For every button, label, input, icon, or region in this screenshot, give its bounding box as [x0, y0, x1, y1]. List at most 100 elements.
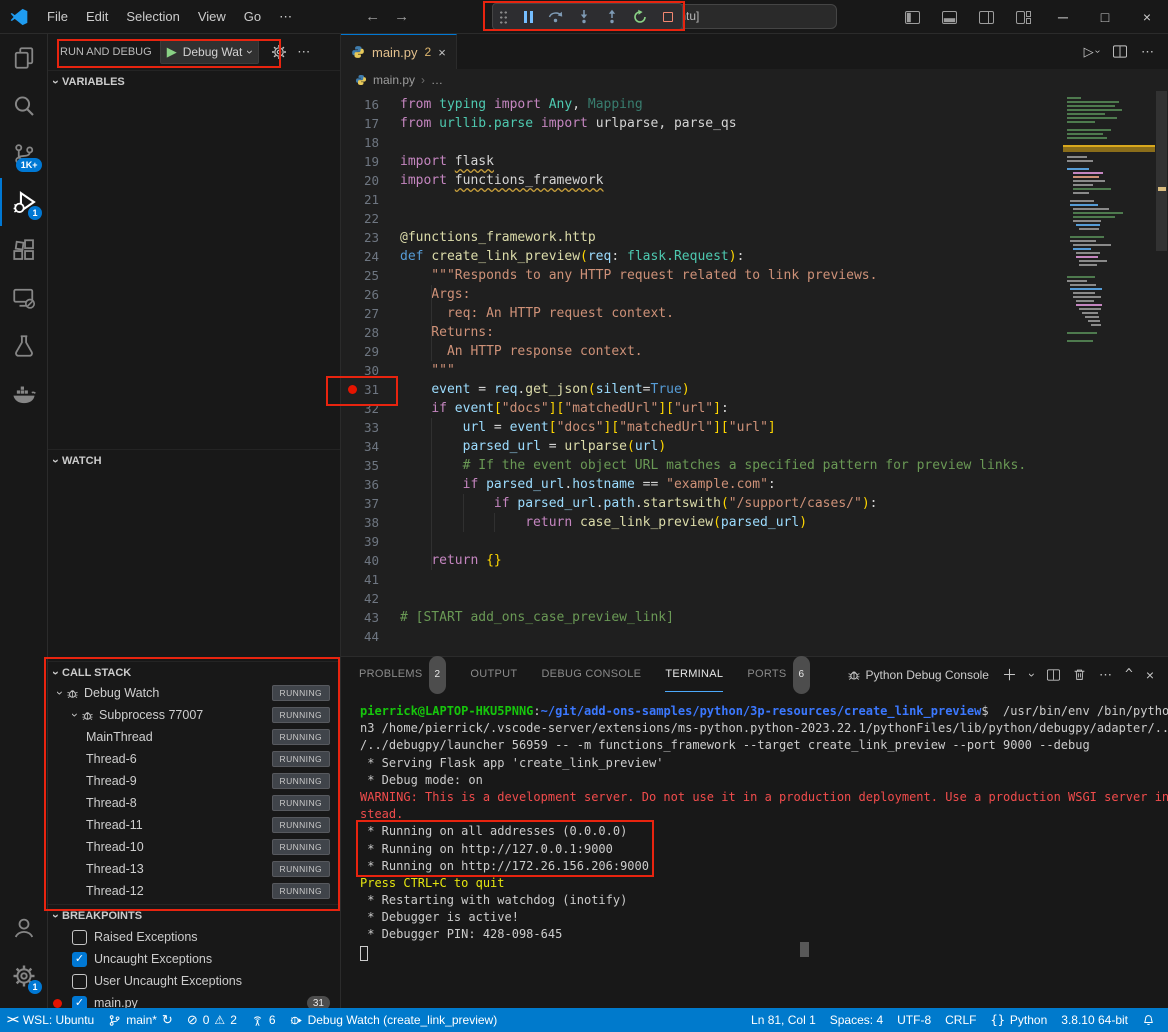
- run-and-debug-icon[interactable]: 1: [0, 178, 47, 226]
- run-python-file-icon[interactable]: ▷›: [1084, 44, 1099, 60]
- code-line[interactable]: 35 # If the event object URL matches a s…: [341, 456, 1168, 475]
- toggle-sidebar-icon[interactable]: [905, 11, 920, 24]
- step-out-button[interactable]: [604, 9, 620, 25]
- minimize-button[interactable]: ─: [1042, 0, 1084, 34]
- line-number[interactable]: 44: [341, 627, 400, 646]
- code-line[interactable]: 33 url = event["docs"]["matchedUrl"]["ur…: [341, 418, 1168, 437]
- breakpoint-checkbox[interactable]: [72, 974, 87, 989]
- code-line[interactable]: 17from urllib.parse import urlparse, par…: [341, 114, 1168, 133]
- code-line[interactable]: 44: [341, 627, 1168, 646]
- line-number[interactable]: 23: [341, 228, 400, 247]
- code-line[interactable]: 20import functions_framework: [341, 171, 1168, 190]
- menu-item-more[interactable]: ⋯: [270, 5, 301, 29]
- launch-config-dropdown[interactable]: ▶ Debug Wat ›: [160, 40, 260, 64]
- settings-gear-icon[interactable]: 1: [0, 952, 47, 1000]
- line-number[interactable]: 17: [341, 114, 400, 133]
- code-line[interactable]: 30 """: [341, 361, 1168, 380]
- editor-more-actions-icon[interactable]: ⋯: [1141, 44, 1154, 60]
- status-language-mode[interactable]: {}Python: [983, 1008, 1054, 1032]
- line-number[interactable]: 25: [341, 266, 400, 285]
- panel-tab-problems[interactable]: PROBLEMS2: [359, 657, 446, 692]
- start-debug-icon[interactable]: ▶: [167, 44, 177, 60]
- line-number[interactable]: 30: [341, 361, 400, 380]
- stop-button[interactable]: [660, 9, 676, 25]
- line-number[interactable]: 38: [341, 513, 400, 532]
- nav-back-button[interactable]: ←: [365, 8, 380, 25]
- breakpoint-row[interactable]: User Uncaught Exceptions: [48, 970, 340, 992]
- more-actions-icon[interactable]: ⋯: [297, 44, 310, 60]
- code-line[interactable]: 25 """Responds to any HTTP request relat…: [341, 266, 1168, 285]
- line-number[interactable]: 41: [341, 570, 400, 589]
- terminal[interactable]: pierrick@LAPTOP-HKU5PNNG:~/git/add-ons-s…: [341, 692, 1168, 1009]
- call-stack-row[interactable]: ›Subprocess 77007RUNNING: [48, 704, 340, 726]
- call-stack-row[interactable]: Thread-11RUNNING: [48, 814, 340, 836]
- line-number[interactable]: 21: [341, 190, 400, 209]
- search-icon[interactable]: [0, 82, 47, 130]
- code-line[interactable]: 19import flask: [341, 152, 1168, 171]
- customize-layout-icon[interactable]: [1016, 11, 1031, 24]
- code-line[interactable]: 34 parsed_url = urlparse(url): [341, 437, 1168, 456]
- code-line[interactable]: 27 req: An HTTP request context.: [341, 304, 1168, 323]
- code-line[interactable]: 32 if event["docs"]["matchedUrl"]["url"]…: [341, 399, 1168, 418]
- status-encoding[interactable]: UTF-8: [890, 1008, 938, 1032]
- code-editor[interactable]: 16from typing import Any, Mapping17from …: [341, 91, 1168, 656]
- drag-grip-icon[interactable]: [499, 10, 508, 24]
- code-line[interactable]: 43# [START add_ons_case_preview_link]: [341, 608, 1168, 627]
- line-number[interactable]: 19: [341, 152, 400, 171]
- breadcrumb-more[interactable]: …: [431, 73, 443, 87]
- status-interpreter[interactable]: 3.8.10 64-bit: [1054, 1008, 1135, 1032]
- status-git-branch[interactable]: main*↻: [101, 1008, 180, 1032]
- code-line[interactable]: 16from typing import Any, Mapping: [341, 95, 1168, 114]
- call-stack-row[interactable]: Thread-12RUNNING: [48, 880, 340, 902]
- step-over-button[interactable]: [548, 9, 564, 25]
- debug-gear-icon[interactable]: [271, 44, 287, 60]
- status-eol[interactable]: CRLF: [938, 1008, 983, 1032]
- breakpoints-section-header[interactable]: › BREAKPOINTS: [48, 904, 340, 926]
- status-ports-forwarded[interactable]: 6: [244, 1008, 283, 1032]
- breakpoint-checkbox[interactable]: [72, 930, 87, 945]
- maximize-panel-icon[interactable]: ^: [1125, 667, 1133, 682]
- line-number[interactable]: 29: [341, 342, 400, 361]
- breakpoint-row[interactable]: ✓Uncaught Exceptions: [48, 948, 340, 970]
- remote-explorer-icon[interactable]: [0, 274, 47, 322]
- line-number[interactable]: 24: [341, 247, 400, 266]
- panel-tab-terminal[interactable]: TERMINAL: [665, 657, 723, 692]
- code-line[interactable]: 18: [341, 133, 1168, 152]
- line-number[interactable]: 37: [341, 494, 400, 513]
- menu-item-selection[interactable]: Selection: [117, 5, 188, 29]
- tab-close-icon[interactable]: ×: [438, 45, 446, 60]
- minimap[interactable]: [1063, 91, 1155, 656]
- code-line[interactable]: 39: [341, 532, 1168, 551]
- toggle-secondary-sidebar-icon[interactable]: [979, 11, 994, 24]
- line-number[interactable]: 31: [341, 380, 400, 399]
- line-number[interactable]: 16: [341, 95, 400, 114]
- code-line[interactable]: 26 Args:: [341, 285, 1168, 304]
- call-stack-row[interactable]: Thread-13RUNNING: [48, 858, 340, 880]
- step-into-button[interactable]: [576, 9, 592, 25]
- menu-item-go[interactable]: Go: [235, 5, 270, 29]
- panel-tab-output[interactable]: OUTPUT: [470, 657, 517, 692]
- scrollbar-thumb[interactable]: [1156, 91, 1167, 251]
- split-terminal-icon[interactable]: [1047, 669, 1060, 681]
- tab-main-py[interactable]: main.py 2 ×: [341, 34, 457, 69]
- code-line[interactable]: 28 Returns:: [341, 323, 1168, 342]
- line-number[interactable]: 40: [341, 551, 400, 570]
- call-stack-section-header[interactable]: › CALL STACK: [48, 661, 340, 683]
- line-number[interactable]: 20: [341, 171, 400, 190]
- call-stack-row[interactable]: Thread-9RUNNING: [48, 770, 340, 792]
- code-line[interactable]: 24def create_link_preview(req: flask.Req…: [341, 247, 1168, 266]
- code-line[interactable]: 23@functions_framework.http: [341, 228, 1168, 247]
- debug-console-selector[interactable]: Python Debug Console: [847, 668, 989, 682]
- kill-terminal-icon[interactable]: [1073, 668, 1086, 681]
- call-stack-row[interactable]: Thread-6RUNNING: [48, 748, 340, 770]
- code-line[interactable]: 22: [341, 209, 1168, 228]
- breadcrumb-file[interactable]: main.py: [373, 73, 415, 87]
- status-indentation[interactable]: Spaces: 4: [823, 1008, 890, 1032]
- code-line[interactable]: 21: [341, 190, 1168, 209]
- line-number[interactable]: 39: [341, 532, 400, 551]
- accounts-icon[interactable]: [0, 904, 47, 952]
- new-terminal-icon[interactable]: ＋: [1002, 664, 1017, 685]
- line-number[interactable]: 36: [341, 475, 400, 494]
- split-editor-icon[interactable]: [1113, 45, 1127, 58]
- menu-item-file[interactable]: File: [38, 5, 77, 29]
